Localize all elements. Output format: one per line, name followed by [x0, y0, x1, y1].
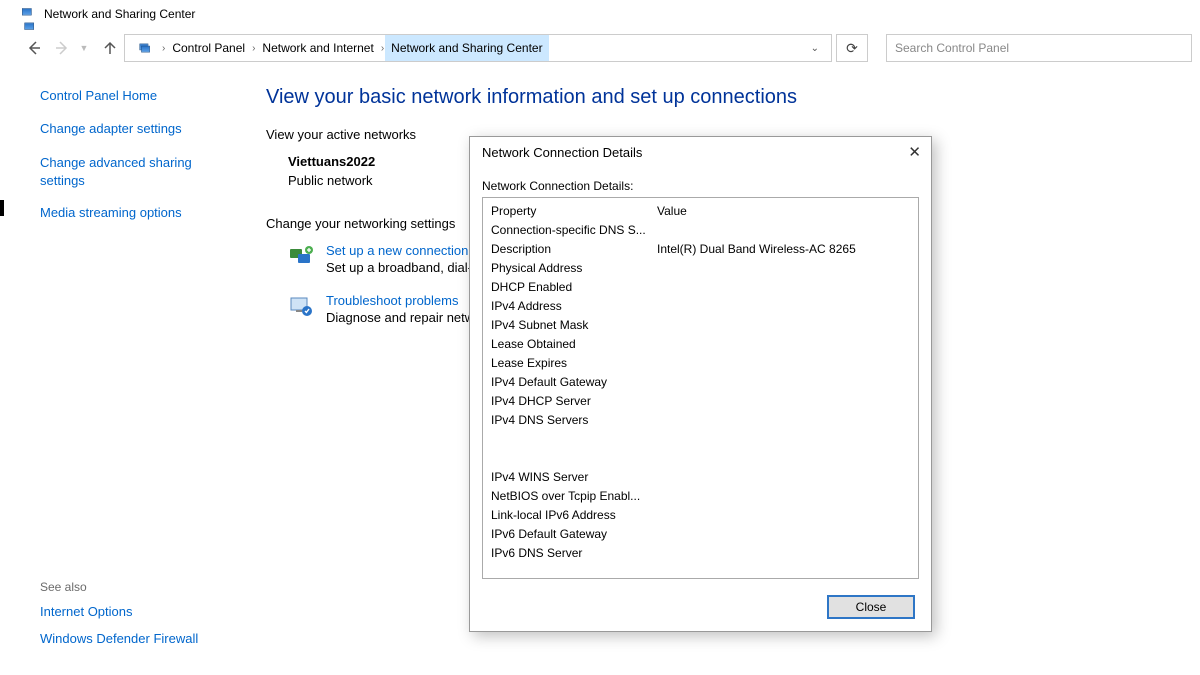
detail-value	[657, 373, 910, 392]
dialog-title: Network Connection Details	[482, 145, 642, 160]
see-also-section: See also Internet Options Windows Defend…	[40, 580, 198, 658]
detail-row[interactable]: Physical Address	[483, 259, 918, 278]
detail-property: IPv4 Address	[491, 297, 657, 316]
detail-property: Link-local IPv6 Address	[491, 506, 657, 525]
column-property[interactable]: Property	[491, 202, 657, 221]
dialog-close-button[interactable]: ✕	[908, 143, 921, 161]
detail-value	[657, 278, 910, 297]
crumb-network-internet[interactable]: Network and Internet	[256, 35, 379, 61]
dialog-subtitle: Network Connection Details:	[482, 179, 919, 193]
refresh-button[interactable]: ⟳	[836, 34, 868, 62]
up-button[interactable]	[96, 34, 124, 62]
connection-details-dialog: Network Connection Details ✕ Network Con…	[469, 136, 932, 632]
crumb-control-panel[interactable]: Control Panel	[166, 35, 251, 61]
detail-row[interactable]: Lease Obtained	[483, 335, 918, 354]
address-bar[interactable]: › Control Panel › Network and Internet ›…	[124, 34, 832, 62]
detail-value	[657, 316, 910, 335]
nav-bar: ▼ › Control Panel › Network and Internet…	[0, 28, 1200, 68]
defender-firewall-link[interactable]: Windows Defender Firewall	[40, 631, 198, 646]
window-titlebar: Network and Sharing Center	[0, 0, 1200, 28]
address-history-dropdown[interactable]: ⌄	[803, 43, 827, 54]
detail-property: IPv4 Default Gateway	[491, 373, 657, 392]
detail-property: IPv4 DHCP Server	[491, 392, 657, 411]
crumb-network-sharing[interactable]: Network and Sharing Center	[385, 35, 548, 61]
detail-property: Lease Expires	[491, 354, 657, 373]
sidebar: Control Panel Home Change adapter settin…	[20, 68, 250, 343]
detail-row[interactable]: IPv4 WINS Server	[483, 468, 918, 487]
detail-value	[657, 506, 910, 525]
detail-value	[657, 354, 910, 373]
detail-property: Lease Obtained	[491, 335, 657, 354]
column-value[interactable]: Value	[657, 202, 910, 221]
detail-row[interactable]: IPv4 Subnet Mask	[483, 316, 918, 335]
detail-value	[657, 335, 910, 354]
detail-value	[657, 297, 910, 316]
media-streaming-link[interactable]: Media streaming options	[40, 205, 236, 220]
detail-row[interactable]: Link-local IPv6 Address	[483, 506, 918, 525]
detail-property: Description	[491, 240, 657, 259]
internet-options-link[interactable]: Internet Options	[40, 604, 198, 619]
search-placeholder: Search Control Panel	[895, 41, 1009, 55]
detail-value	[657, 544, 910, 563]
detail-value	[657, 221, 910, 240]
control-panel-home-link[interactable]: Control Panel Home	[40, 88, 236, 103]
detail-row[interactable]: NetBIOS over Tcpip Enabl...	[483, 487, 918, 506]
detail-row[interactable]: DHCP Enabled	[483, 278, 918, 297]
detail-value: Intel(R) Dual Band Wireless-AC 8265	[657, 240, 910, 259]
detail-row[interactable]: IPv4 DNS Servers	[483, 411, 918, 430]
detail-value	[657, 525, 910, 544]
address-icon	[135, 38, 155, 58]
details-list[interactable]: Property Value Connection-specific DNS S…	[482, 197, 919, 579]
window-title: Network and Sharing Center	[44, 7, 195, 21]
detail-property: IPv6 DNS Server	[491, 544, 657, 563]
detail-value	[657, 411, 910, 430]
detail-row[interactable]: DescriptionIntel(R) Dual Band Wireless-A…	[483, 240, 918, 259]
detail-row[interactable]: IPv6 Default Gateway	[483, 525, 918, 544]
detail-value	[657, 259, 910, 278]
page-heading: View your basic network information and …	[266, 86, 1200, 109]
recent-dropdown[interactable]: ▼	[76, 34, 92, 62]
troubleshoot-icon	[288, 293, 314, 319]
see-also-header: See also	[40, 580, 198, 594]
detail-property: DHCP Enabled	[491, 278, 657, 297]
detail-row[interactable]: Connection-specific DNS S...	[483, 221, 918, 240]
back-button[interactable]	[20, 34, 48, 62]
detail-property: IPv6 Default Gateway	[491, 525, 657, 544]
detail-value	[657, 468, 910, 487]
close-button[interactable]: Close	[827, 595, 915, 619]
detail-property: Connection-specific DNS S...	[491, 221, 657, 240]
detail-property: IPv4 Subnet Mask	[491, 316, 657, 335]
detail-row[interactable]: IPv6 DNS Server	[483, 544, 918, 563]
change-adapter-link[interactable]: Change adapter settings	[40, 121, 236, 136]
detail-property: IPv4 WINS Server	[491, 468, 657, 487]
detail-row[interactable]: Lease Expires	[483, 354, 918, 373]
detail-row[interactable]: IPv4 Default Gateway	[483, 373, 918, 392]
forward-button[interactable]	[48, 34, 76, 62]
detail-value	[657, 392, 910, 411]
detail-row[interactable]: IPv4 Address	[483, 297, 918, 316]
detail-property: IPv4 DNS Servers	[491, 411, 657, 430]
detail-value	[657, 487, 910, 506]
change-advanced-sharing-link[interactable]: Change advanced sharing settings	[40, 154, 236, 189]
network-center-icon	[20, 7, 36, 21]
search-input[interactable]: Search Control Panel	[886, 34, 1192, 62]
new-connection-icon	[288, 243, 314, 269]
detail-property: NetBIOS over Tcpip Enabl...	[491, 487, 657, 506]
detail-row[interactable]: IPv4 DHCP Server	[483, 392, 918, 411]
detail-property: Physical Address	[491, 259, 657, 278]
